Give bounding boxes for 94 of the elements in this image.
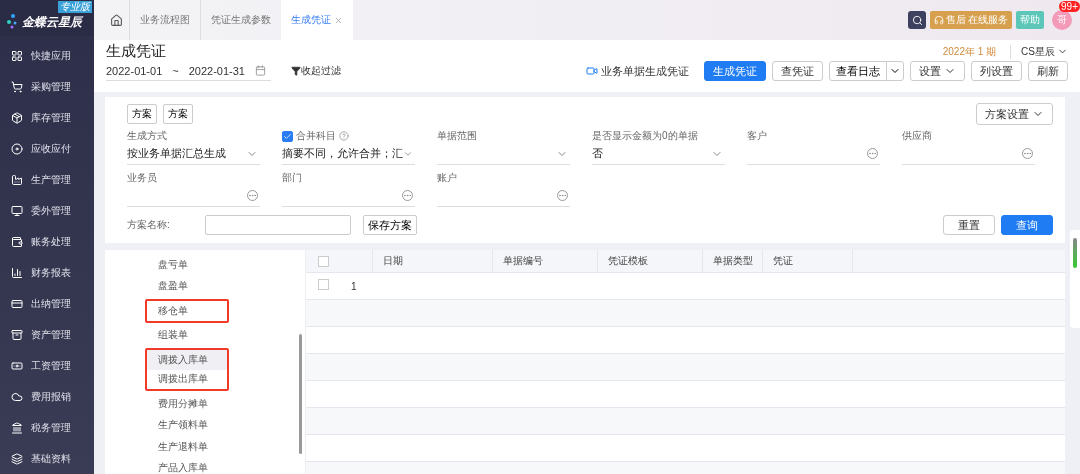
sidebar-item[interactable]: 税务管理 [0, 412, 94, 443]
tab[interactable]: 生成凭证 [281, 0, 353, 40]
list-item[interactable]: 盘亏单 [117, 254, 293, 276]
filter-icon [291, 66, 301, 76]
query-button[interactable]: 查询 [1001, 215, 1053, 235]
column-header: 单据类型 [702, 250, 762, 272]
sidebar-item[interactable]: 生产管理 [0, 164, 94, 195]
checkbox[interactable] [318, 279, 329, 290]
org-selector[interactable]: CS星辰 [1010, 44, 1068, 59]
scheme-button[interactable]: 方案 [163, 104, 193, 124]
field-label: 客户 [747, 129, 767, 143]
checkbox[interactable] [318, 255, 329, 267]
scrollbar[interactable] [1073, 238, 1077, 268]
column-header: 单据编号 [492, 250, 597, 272]
search-icon [911, 14, 923, 26]
bar-chart-icon [11, 266, 23, 279]
headset-icon [934, 15, 944, 25]
search-button[interactable] [908, 11, 926, 29]
field-label: 供应商 [902, 129, 932, 143]
scrollbar[interactable] [299, 334, 302, 454]
sidebar-item[interactable]: 账务处理 [0, 226, 94, 257]
scheme-button[interactable]: 方案 [127, 104, 157, 124]
bank-icon [11, 421, 23, 434]
column-header: 凭证 [762, 250, 852, 272]
primary-button[interactable]: 生成凭证 [704, 61, 766, 81]
column-header: 日期 [372, 250, 492, 272]
field-label: 单据范围 [437, 129, 477, 143]
field-label: 合并科目 [296, 129, 336, 143]
list-item[interactable]: 费用分摊单 [117, 393, 293, 415]
sidebar-item[interactable]: 应收应付 [0, 133, 94, 164]
sidebar-item[interactable]: 快捷应用 [0, 40, 94, 71]
wallet-icon [11, 235, 23, 248]
period-label: 2022年 1 期 [942, 44, 997, 59]
date-range-field[interactable]: 2022-01-01 ~ 2022-01-31 [106, 61, 271, 81]
row-number: 1 [351, 281, 357, 292]
calendar-icon [255, 65, 266, 76]
notification-badge: 99+ [1059, 1, 1080, 12]
toolbar-button[interactable]: 列设置 [971, 61, 1022, 81]
disc-icon [11, 142, 23, 155]
cart-icon [11, 80, 23, 93]
monitor-icon [11, 204, 23, 217]
save-button[interactable]: 保存方案 [363, 215, 417, 235]
select-field[interactable]: 按业务单据汇总生成 [127, 143, 260, 165]
field-label: 账户 [437, 171, 457, 185]
sidebar-item[interactable]: 委外管理 [0, 195, 94, 226]
sidebar-item[interactable]: 财务报表 [0, 257, 94, 288]
select-field[interactable]: 摘要不同，允许合并；汇 [282, 143, 415, 165]
field-label: 是否显示金额为0的单据 [592, 129, 698, 143]
dropdown-button[interactable]: 设置 [910, 61, 965, 81]
sidebar-item[interactable]: 采购管理 [0, 71, 94, 102]
list-item[interactable]: 移仓单 [147, 301, 227, 321]
list-item[interactable]: 组装单 [117, 324, 293, 346]
list-item[interactable]: 调拨出库单 [147, 369, 227, 389]
archive-icon [11, 328, 23, 341]
list-item[interactable]: 产品入库单 [117, 457, 293, 474]
edition-badge: 专业版 [58, 1, 92, 13]
list-item[interactable]: 生产领料单 [117, 414, 293, 436]
list-item[interactable]: 盘盈单 [117, 275, 293, 297]
toolbar-button[interactable]: 刷新 [1028, 61, 1068, 81]
list-item[interactable]: 生产退料单 [117, 436, 293, 458]
input-field[interactable] [205, 215, 351, 235]
help-icon[interactable] [339, 131, 349, 141]
close-icon[interactable] [334, 15, 343, 25]
list-item[interactable]: 调拨入库单 [147, 350, 227, 370]
field-label: 业务员 [127, 171, 157, 185]
field-label: 生成方式 [127, 129, 167, 143]
sidebar-item[interactable]: 出纳管理 [0, 288, 94, 319]
reset-button[interactable]: 重置 [943, 215, 995, 235]
factory-icon [11, 173, 23, 186]
brand-name: 金蝶云星辰 [22, 15, 82, 29]
banknote-icon [11, 359, 23, 372]
side-widget[interactable] [1070, 230, 1080, 328]
dropdown-button[interactable]: 方案设置 [976, 103, 1053, 125]
dots-logo-icon [6, 13, 18, 29]
checkbox[interactable] [282, 130, 293, 142]
field-label: 部门 [282, 171, 302, 185]
box-icon [11, 111, 23, 124]
toolbar-button[interactable]: 查凭证 [772, 61, 823, 81]
page-title: 生成凭证 [106, 42, 166, 61]
sidebar-item[interactable]: 工资管理 [0, 350, 94, 381]
collapse-filter-button[interactable]: 收起过滤 [291, 64, 341, 78]
cloud-icon [11, 390, 23, 403]
video-camera-icon [586, 65, 598, 77]
sidebar-item[interactable]: 库存管理 [0, 102, 94, 133]
sidebar-item[interactable]: 费用报销 [0, 381, 94, 412]
home-icon[interactable] [110, 13, 123, 27]
select-field[interactable]: 否 [592, 143, 725, 165]
grid-icon [11, 49, 23, 62]
card-icon [11, 297, 23, 310]
sidebar-item[interactable]: 资产管理 [0, 319, 94, 350]
field-label: 方案名称: [127, 218, 171, 232]
sidebar-item[interactable]: 基础资料 [0, 443, 94, 474]
layers-icon [11, 452, 23, 465]
column-header: 凭证模板 [597, 250, 702, 272]
